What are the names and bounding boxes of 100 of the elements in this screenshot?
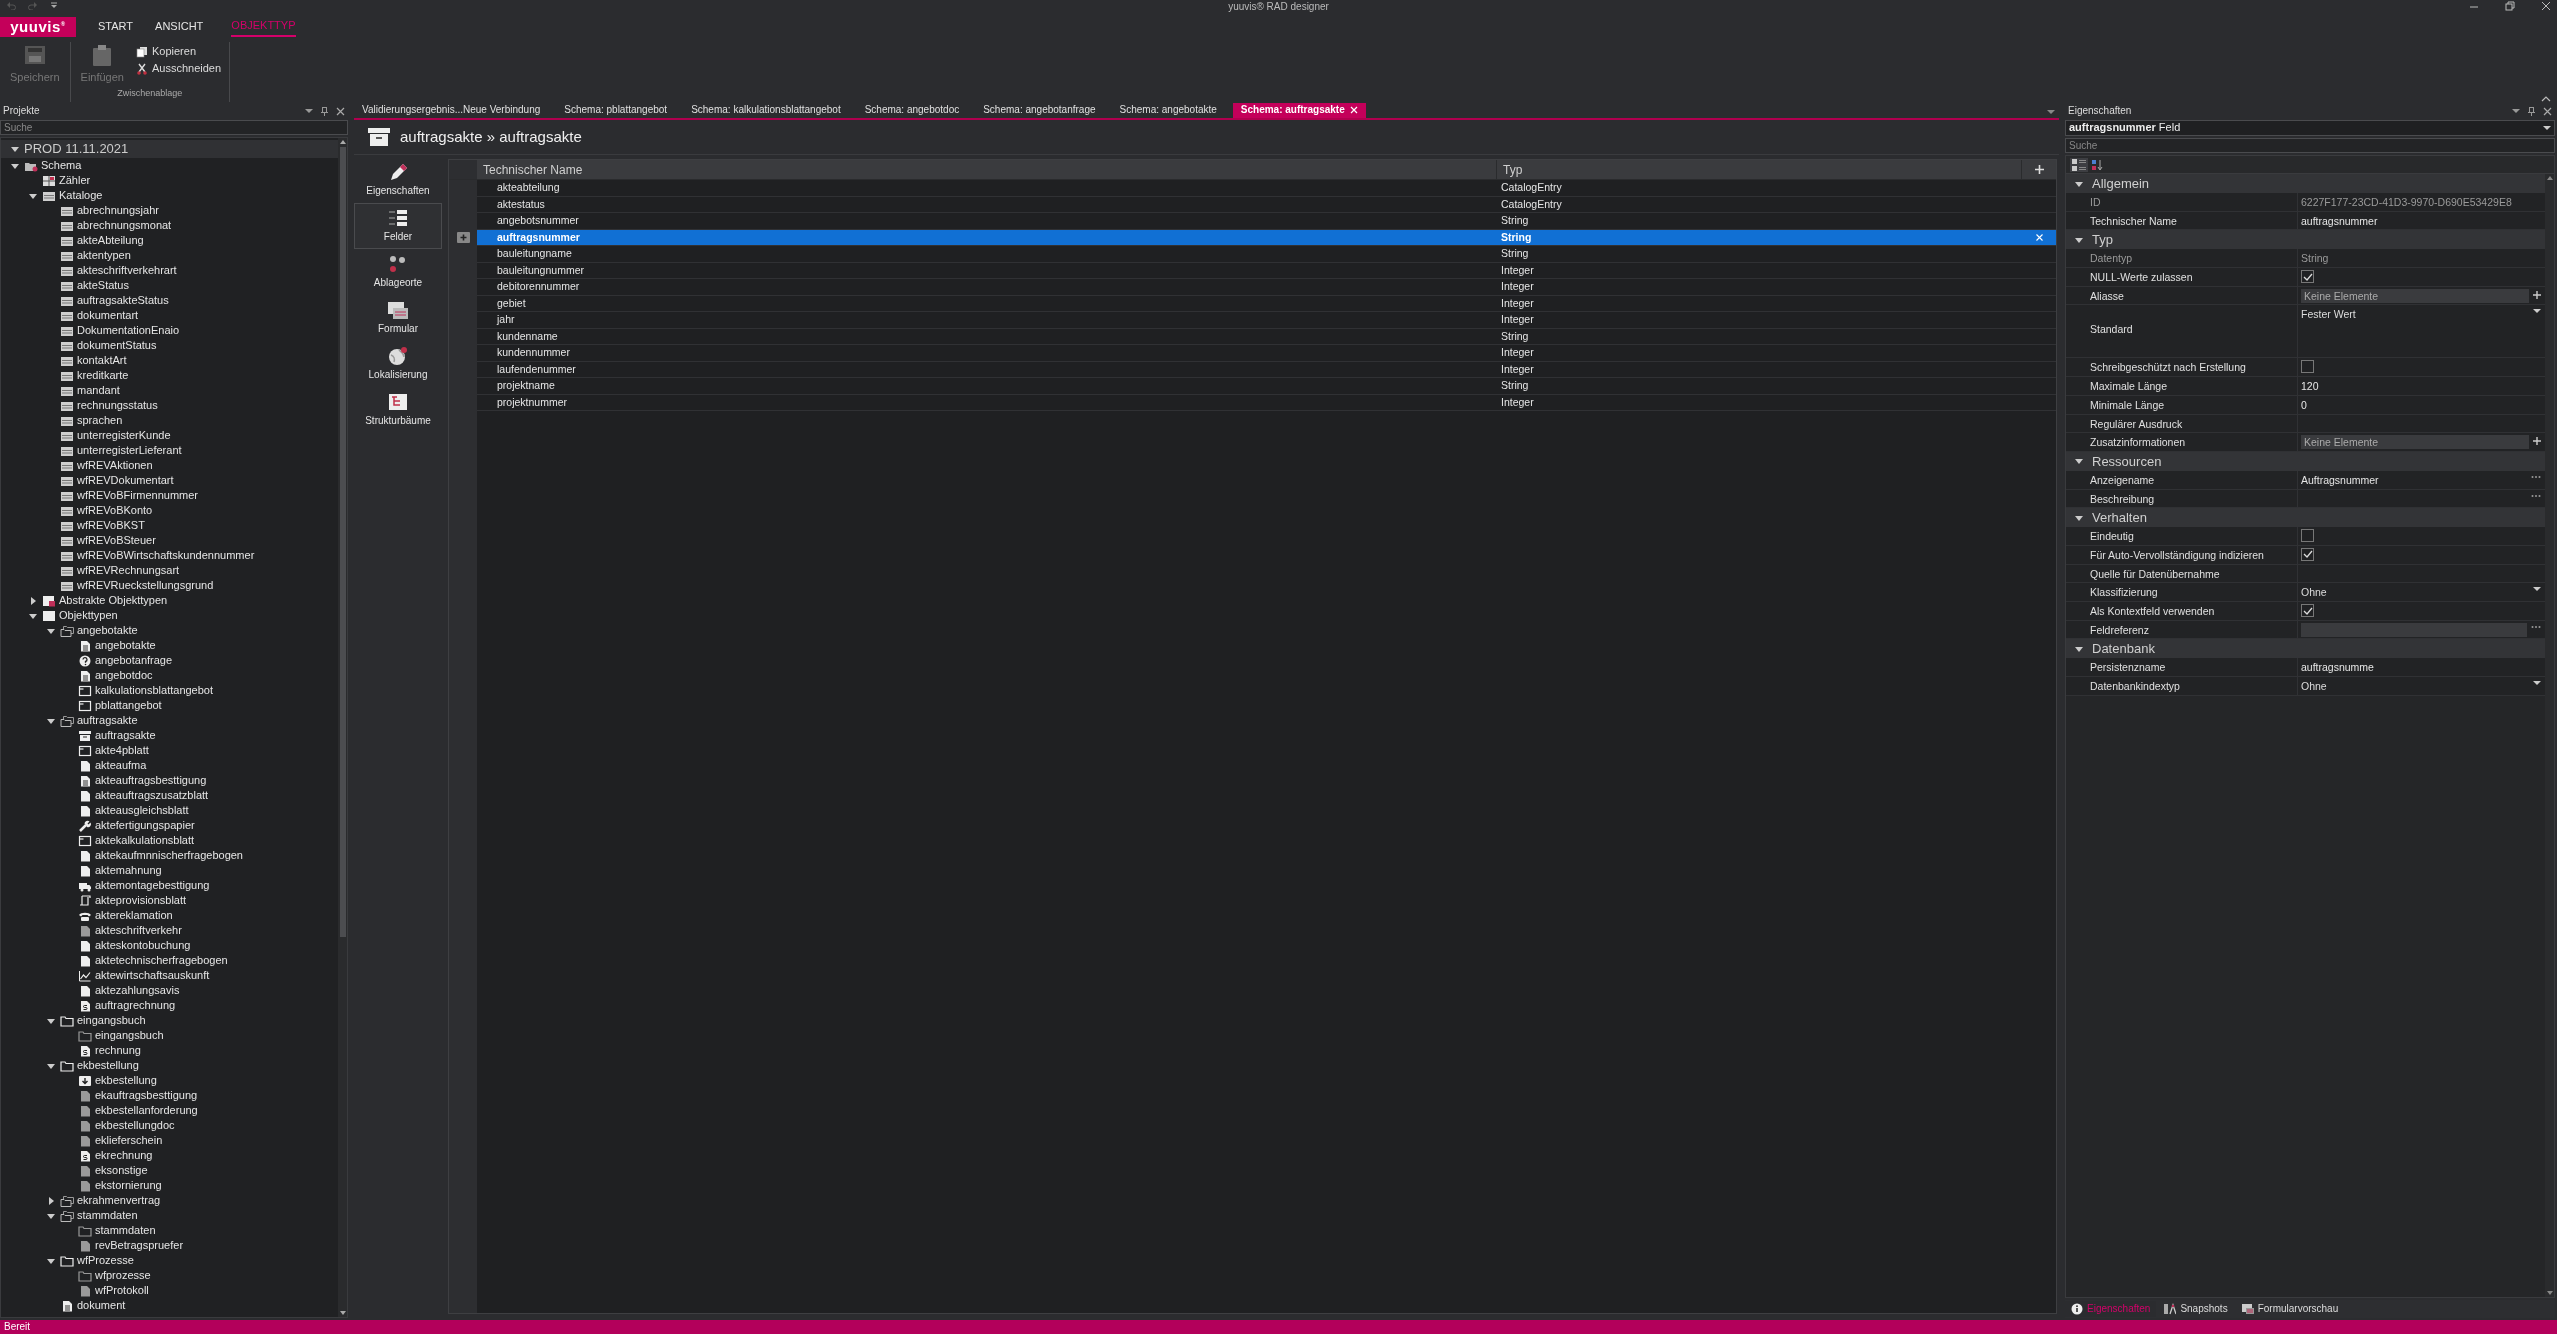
property-value[interactable]: 120 xyxy=(2301,379,2319,393)
collapse-icon[interactable] xyxy=(2541,95,2551,102)
menu-tab[interactable]: START xyxy=(98,18,134,36)
scrollbar[interactable] xyxy=(338,138,347,1317)
tree-item[interactable]: akteStatus xyxy=(1,278,338,293)
delete-icon[interactable] xyxy=(2035,233,2043,241)
tree-item[interactable]: eingangsbuch xyxy=(1,1013,338,1028)
tree-item[interactable]: Schema xyxy=(1,158,338,173)
project-header[interactable]: PROD 11.11.2021 xyxy=(1,140,338,158)
tree-item[interactable]: dokumentStatus xyxy=(1,338,338,353)
category-header[interactable]: Allgemein xyxy=(2066,174,2545,193)
side-nav-item[interactable]: Lokalisierung xyxy=(354,341,442,387)
object-selector[interactable]: auftragsnummer Feld xyxy=(2065,120,2555,136)
side-nav-item[interactable]: Formular xyxy=(354,295,442,341)
add-button[interactable] xyxy=(2533,288,2541,299)
tree-item[interactable]: auftragsakteStatus xyxy=(1,293,338,308)
table-row[interactable]: jahr Integer xyxy=(449,312,2056,329)
property-value[interactable]: 0 xyxy=(2301,397,2307,412)
panel-tab[interactable]: Formularvorschau xyxy=(2235,1301,2345,1317)
tree-item[interactable]: wfREVoBFirmennummer xyxy=(1,488,338,503)
tree-item[interactable]: wfprozesse xyxy=(1,1268,338,1283)
restore-icon[interactable] xyxy=(2505,1,2515,11)
checkbox[interactable] xyxy=(2301,270,2314,284)
table-row[interactable]: gebiet Integer xyxy=(449,295,2056,312)
tree-item[interactable]: ekbestellanforderung xyxy=(1,1103,338,1118)
tree-item[interactable]: aktekaufmnnischerfragebogen xyxy=(1,848,338,863)
tree-item[interactable]: ekauftragsbesttigung xyxy=(1,1088,338,1103)
tree-item[interactable]: aktekalkulationsblatt xyxy=(1,833,338,848)
tree-item[interactable]: Objekttypen xyxy=(1,608,338,623)
tab-list-icon[interactable] xyxy=(2047,109,2055,115)
tree-item[interactable]: mandant xyxy=(1,383,338,398)
table-row[interactable]: projektname String xyxy=(449,378,2056,395)
tree-item[interactable]: akteAbteilung xyxy=(1,233,338,248)
tree-item[interactable]: wfREVRechnungsart xyxy=(1,563,338,578)
side-nav-item[interactable]: Eigenschaften xyxy=(354,157,442,203)
close-icon[interactable] xyxy=(2541,1,2551,11)
tree-item[interactable]: eksonstige xyxy=(1,1163,338,1178)
tree-item[interactable]: revBetragspruefer xyxy=(1,1238,338,1253)
tree-item[interactable]: kalkulationsblattangebot xyxy=(1,683,338,698)
tree-item[interactable]: ekbestellung xyxy=(1,1058,338,1073)
sort-alphabetical-icon[interactable] xyxy=(2091,158,2103,171)
table-row[interactable]: projektnummer Integer xyxy=(449,394,2056,411)
menu-tab[interactable]: ANSICHT xyxy=(155,18,204,36)
tree-item[interactable]: akteausgleichsblatt xyxy=(1,803,338,818)
document-tab[interactable]: Schema: angebotakte xyxy=(1111,103,1225,118)
search-field[interactable]: Suche xyxy=(0,120,348,135)
tree-item[interactable]: Zähler xyxy=(1,173,338,188)
table-row[interactable]: aktestatus CatalogEntry xyxy=(449,196,2056,213)
column-header[interactable]: Technischer Name xyxy=(477,160,1497,179)
close-icon[interactable] xyxy=(2543,106,2552,116)
tree-item[interactable]: wfREVRueckstellungsgrund xyxy=(1,578,338,593)
tree-item[interactable]: akteaufma xyxy=(1,758,338,773)
tree-item[interactable]: angebotanfrage xyxy=(1,653,338,668)
checkbox[interactable] xyxy=(2301,360,2314,374)
tree-item[interactable]: aktentypen xyxy=(1,248,338,263)
dropdown-icon[interactable] xyxy=(305,108,313,114)
column-header[interactable]: Typ xyxy=(1497,160,2022,179)
categorized-view-button[interactable] xyxy=(2070,157,2088,172)
tree-item[interactable]: akteauftragszusatzblatt xyxy=(1,788,338,803)
tree-item[interactable]: eklieferschein xyxy=(1,1133,338,1148)
list-field[interactable]: Keine Elemente xyxy=(2301,288,2529,303)
expand-toggle[interactable] xyxy=(9,144,21,154)
tree-item[interactable]: aktezahlungsavis xyxy=(1,983,338,998)
customize-icon[interactable] xyxy=(50,1,58,10)
tree-item[interactable]: wfProtokoll xyxy=(1,1283,338,1298)
tree-item[interactable]: kreditkarte xyxy=(1,368,338,383)
tree-item[interactable]: wfREVoBSteuer xyxy=(1,533,338,548)
side-nav-item[interactable]: Felder xyxy=(354,203,442,249)
property-value[interactable]: auftragsnumme xyxy=(2301,660,2374,674)
dropdown-field[interactable]: Ohne xyxy=(2301,585,2541,599)
tree-item[interactable]: ekrahmenvertrag xyxy=(1,1193,338,1208)
dropdown-field[interactable]: Fester Wert xyxy=(2301,307,2541,322)
document-tab[interactable]: Validierungsergebnis...Neue Verbindung xyxy=(354,103,549,118)
property-value[interactable]: auftragsnummer xyxy=(2301,213,2378,228)
table-row[interactable]: kundennummer Integer xyxy=(449,345,2056,362)
tree-item[interactable]: wfREVoBKonto xyxy=(1,503,338,518)
tree-item[interactable]: wfREVDokumentart xyxy=(1,473,338,488)
tree-item[interactable]: wfREVAktionen xyxy=(1,458,338,473)
tree-item[interactable]: dokumentart xyxy=(1,308,338,323)
tree-item[interactable]: stammdaten xyxy=(1,1208,338,1223)
panel-tab[interactable]: Snapshots xyxy=(2158,1301,2234,1317)
scroll-down-icon[interactable] xyxy=(338,1310,347,1317)
dropdown-icon[interactable] xyxy=(2512,108,2520,114)
tree-item[interactable]: DokumentationEnaio xyxy=(1,323,338,338)
tree-item[interactable]: kontaktArt xyxy=(1,353,338,368)
side-nav-item[interactable]: Strukturbäume xyxy=(354,387,442,433)
table-row[interactable]: angebotsnummer String xyxy=(449,213,2056,230)
cut-button[interactable]: Ausschneiden xyxy=(134,61,224,77)
document-tab[interactable]: Schema: pblattangebot xyxy=(556,103,676,118)
document-tab[interactable]: Schema: angebotanfrage xyxy=(975,103,1104,118)
add-row-icon[interactable] xyxy=(456,231,470,243)
tree-item[interactable]: stammdaten xyxy=(1,1223,338,1238)
tree-item[interactable]: wfREVoBKST xyxy=(1,518,338,533)
close-icon[interactable] xyxy=(336,106,345,116)
table-row[interactable]: debitorennummer Integer xyxy=(449,279,2056,296)
tree-item[interactable]: sprachen xyxy=(1,413,338,428)
tree-item[interactable]: angebotakte xyxy=(1,623,338,638)
tree-item[interactable]: abrechnungsmonat xyxy=(1,218,338,233)
category-header[interactable]: Verhalten xyxy=(2066,508,2545,528)
table-row[interactable]: bauleitungname String xyxy=(449,246,2056,263)
